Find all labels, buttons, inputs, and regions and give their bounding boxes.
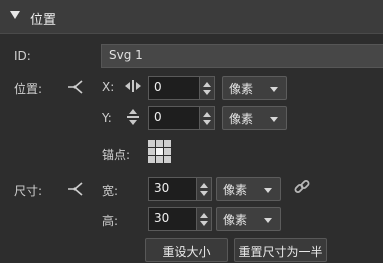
anchor-cell[interactable]	[164, 156, 171, 163]
x-value[interactable]: 0	[149, 77, 199, 99]
height-stepper[interactable]: 30	[148, 207, 212, 231]
section-title: 位置	[30, 13, 57, 28]
y-unit-dropdown[interactable]: 像素	[222, 106, 287, 130]
anchor-cell[interactable]	[148, 156, 155, 163]
constraint-link-icon[interactable]	[66, 181, 84, 197]
anchor-picker[interactable]	[148, 140, 172, 164]
increment-icon[interactable]	[203, 81, 211, 87]
anchor-cell-selected[interactable]	[156, 148, 163, 155]
y-label: Y:	[102, 111, 112, 125]
chevron-down-icon	[264, 218, 272, 223]
x-label: X:	[102, 80, 115, 94]
position-label: 位置:	[14, 82, 43, 96]
anchor-cell[interactable]	[164, 148, 171, 155]
y-stepper[interactable]: 0	[148, 106, 215, 130]
x-unit-dropdown[interactable]: 像素	[222, 76, 287, 100]
y-unit-value: 像素	[229, 112, 254, 126]
increment-icon[interactable]	[200, 212, 208, 218]
height-label: 高:	[102, 214, 119, 228]
increment-icon[interactable]	[200, 182, 208, 188]
decrement-icon[interactable]	[203, 89, 211, 95]
vertical-move-icon	[127, 109, 139, 125]
width-value[interactable]: 30	[149, 178, 196, 200]
anchor-label: 锚点:	[102, 148, 131, 162]
anchor-cell[interactable]	[156, 140, 163, 147]
size-label: 尺寸:	[14, 184, 43, 198]
increment-icon[interactable]	[203, 111, 211, 117]
half-size-button[interactable]: 重置尺寸为一半	[234, 238, 327, 262]
horizontal-move-icon	[125, 80, 141, 92]
anchor-cell[interactable]	[164, 140, 171, 147]
anchor-cell[interactable]	[148, 140, 155, 147]
chevron-down-icon	[270, 87, 278, 92]
chevron-down-icon	[270, 117, 278, 122]
width-unit-dropdown[interactable]: 像素	[216, 177, 281, 201]
collapse-arrow-icon[interactable]	[10, 11, 20, 19]
height-value[interactable]: 30	[149, 208, 196, 230]
x-unit-value: 像素	[229, 82, 254, 96]
x-stepper[interactable]: 0	[148, 76, 215, 100]
anchor-cell[interactable]	[148, 148, 155, 155]
y-value[interactable]: 0	[149, 107, 199, 129]
constraint-link-icon[interactable]	[66, 79, 84, 95]
reset-size-button[interactable]: 重设大小	[145, 238, 228, 262]
chain-link-icon[interactable]	[293, 178, 311, 196]
section-header[interactable]	[0, 0, 383, 34]
height-unit-value: 像素	[223, 213, 248, 227]
width-unit-value: 像素	[223, 183, 248, 197]
id-label: ID:	[14, 49, 31, 63]
decrement-icon[interactable]	[200, 220, 208, 226]
id-input[interactable]: Svg 1	[101, 44, 383, 68]
width-stepper[interactable]: 30	[148, 177, 212, 201]
decrement-icon[interactable]	[200, 190, 208, 196]
height-unit-dropdown[interactable]: 像素	[216, 207, 281, 231]
decrement-icon[interactable]	[203, 119, 211, 125]
anchor-cell[interactable]	[156, 156, 163, 163]
width-label: 宽:	[102, 184, 119, 198]
chevron-down-icon	[264, 188, 272, 193]
